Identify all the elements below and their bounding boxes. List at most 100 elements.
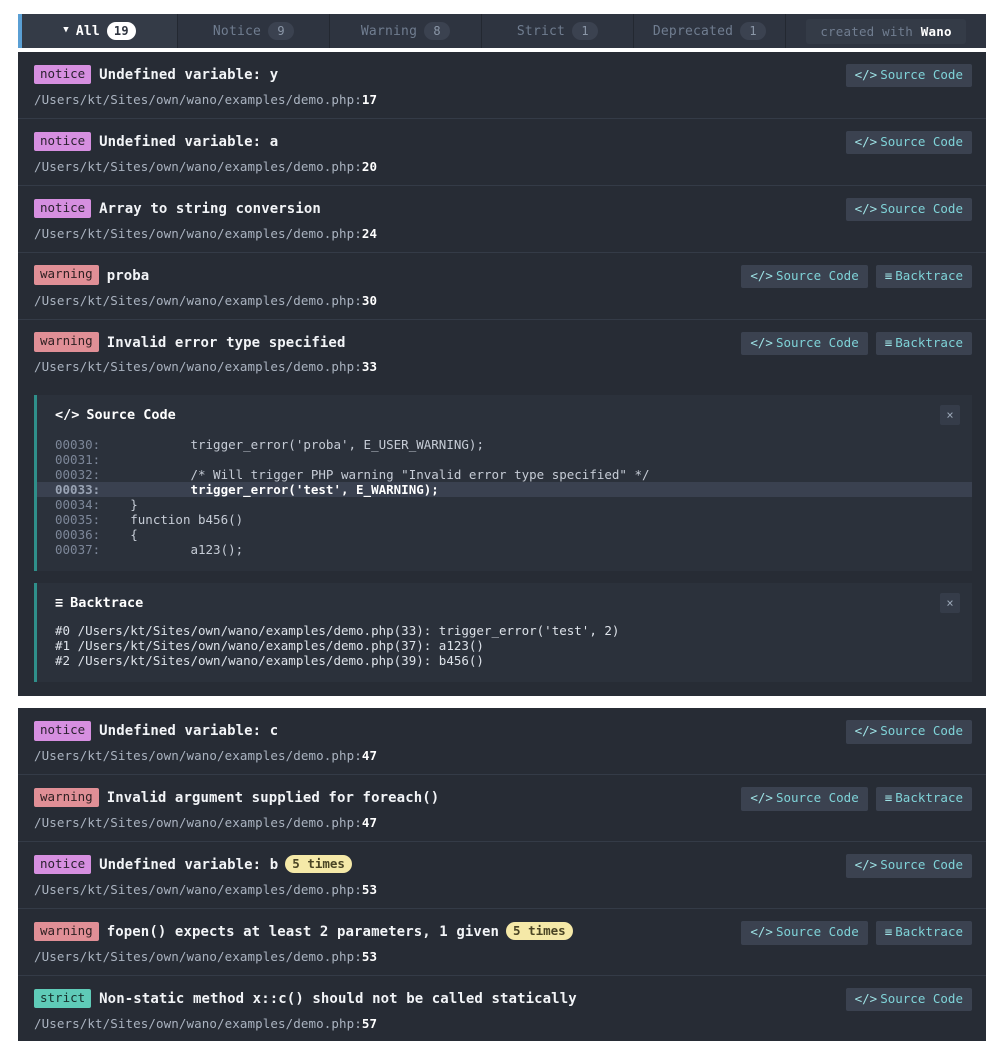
entry-main: strict Non-static method x::c() should no… (34, 988, 972, 1009)
error-message: fopen() expects at least 2 parameters, 1… (106, 924, 500, 941)
message-wrap: Invalid error type specified (107, 332, 732, 353)
error-entry[interactable]: notice Undefined variable: b 5 times/Users… (18, 841, 986, 909)
error-list-lower: notice Undefined variable: c/Users/kt/Sit… (18, 708, 986, 1041)
source-code-button[interactable]: </> Source Code (845, 720, 972, 744)
source-code-label: Source Code (775, 924, 859, 940)
code-line: 00036: { (37, 527, 972, 542)
error-entry[interactable]: warning proba/Users/kt/Sites/own/wano/exa… (18, 251, 986, 319)
backtrace-button[interactable]: ≡ Backtrace (875, 921, 972, 945)
entry-actions: </> Source Code ≡ Backtrace (741, 787, 972, 811)
error-entry[interactable]: notice Undefined variable: y/Users/kt/Sit… (18, 52, 986, 118)
panel-container: </> Source Code × 00030: trigger_error('pro… (18, 385, 986, 697)
level-badge-notice: notice (34, 131, 92, 152)
source-code-button[interactable]: </> Source Code (845, 130, 972, 155)
repeat-count-badge: 5 times (506, 922, 573, 941)
source-code-panel-title: Source Code (86, 407, 176, 424)
error-entry[interactable]: notice Array to string conversion/Users/k… (18, 184, 986, 252)
code-line-text: /* Will trigger PHP warning "Invalid err… (100, 467, 650, 483)
entry-actions: </> Source Code ≡ Backtrace (741, 331, 972, 355)
error-message: Array to string conversion (99, 200, 321, 217)
tab-count-badge: 9 (268, 22, 295, 40)
repeat-count-badge: 5 times (285, 855, 352, 874)
entry-actions: </> Source Code (845, 130, 972, 155)
brand-area: created with Wano (786, 14, 986, 48)
entry-main: notice Array to string conversion (34, 198, 972, 219)
error-entry[interactable]: warning Invalid error type specified/User… (18, 318, 986, 386)
source-code-button[interactable]: </> Source Code (845, 64, 972, 88)
wano-error-console: ▼ All 19 Notice 9 Warning 8 Strict 1 Deprecated 1 c… (0, 0, 1004, 1041)
backtrace-button[interactable]: ≡ Backtrace (875, 264, 972, 289)
error-message: Undefined variable: y (99, 67, 279, 83)
tab-strict[interactable]: Strict 1 (482, 14, 634, 48)
code-icon: </> (854, 857, 878, 873)
source-code-button[interactable]: </> Source Code (741, 331, 868, 355)
error-message: Invalid argument supplied for foreach() (106, 790, 440, 807)
close-icon[interactable]: × (940, 405, 960, 426)
source-code-listing: 00030: trigger_error('proba', E_USER_WAR… (37, 433, 972, 571)
list-icon: ≡ (884, 267, 893, 283)
code-line-number: 00030: (55, 437, 101, 453)
error-entry[interactable]: strict Non-static method x::c() should no… (18, 975, 986, 1041)
error-entry[interactable]: warning Invalid argument supplied for for… (18, 774, 986, 842)
error-message: Undefined variable: a (99, 133, 279, 150)
tab-warning[interactable]: Warning 8 (330, 14, 482, 48)
list-icon: ≡ (884, 924, 893, 940)
code-line-number: 00036: (55, 527, 101, 543)
error-file-path: /Users/kt/Sites/own/wano/examples/demo.p… (34, 815, 972, 830)
file-path-text: /Users/kt/Sites/own/wano/examples/demo.p… (34, 158, 362, 174)
source-code-label: Source Code (775, 334, 859, 350)
source-code-button[interactable]: </> Source Code (741, 264, 868, 289)
source-code-button[interactable]: </> Source Code (845, 197, 972, 222)
tab-notice[interactable]: Notice 9 (178, 14, 330, 48)
message-wrap: Undefined variable: b 5 times (99, 854, 732, 875)
source-code-button[interactable]: </> Source Code (845, 854, 972, 878)
tab-label: Warning (360, 23, 418, 39)
error-file-path: /Users/kt/Sites/own/wano/examples/demo.p… (34, 159, 972, 174)
close-icon[interactable]: × (940, 593, 960, 614)
code-icon: </> (750, 334, 773, 350)
backtrace-button[interactable]: ≡ Backtrace (875, 787, 972, 811)
file-line-number: 47 (361, 815, 378, 831)
source-code-panel-header: </> Source Code (37, 395, 972, 433)
brand-name: Wano (920, 23, 952, 39)
source-code-button[interactable]: </> Source Code (845, 988, 972, 1012)
source-code-label: Source Code (775, 267, 859, 283)
source-code-button[interactable]: </> Source Code (741, 787, 868, 811)
error-list: notice Undefined variable: y/Users/kt/Sit… (18, 52, 986, 697)
backtrace-button[interactable]: ≡ Backtrace (875, 331, 972, 355)
entry-main: notice Undefined variable: y (34, 64, 972, 85)
tab-all[interactable]: ▼ All 19 (22, 14, 178, 48)
error-entry[interactable]: notice Undefined variable: a/Users/kt/Sit… (18, 117, 986, 185)
level-badge-warning: warning (34, 265, 99, 285)
file-path-text: /Users/kt/Sites/own/wano/examples/demo.p… (34, 815, 362, 831)
message-wrap: Non-static method x::c() should not be c… (99, 988, 732, 1009)
file-path-text: /Users/kt/Sites/own/wano/examples/demo.p… (34, 882, 362, 898)
entry-actions: </> Source Code (845, 988, 972, 1012)
backtrace-listing: #0 /Users/kt/Sites/own/wano/examples/dem… (37, 621, 972, 682)
error-entry[interactable]: notice Undefined variable: c/Users/kt/Sit… (18, 708, 986, 775)
level-badge-notice: notice (34, 854, 92, 875)
code-line: 00032: /* Will trigger PHP warning "Inva… (37, 467, 972, 482)
level-badge-notice: notice (34, 198, 92, 218)
error-message: Undefined variable: b (99, 857, 279, 874)
tab-deprecated[interactable]: Deprecated 1 (634, 14, 786, 48)
entry-actions: </> Source Code (845, 854, 972, 878)
error-entry[interactable]: warning fopen() expects at least 2 parame… (18, 908, 986, 976)
code-line-text: { (100, 527, 138, 543)
code-icon: </> (55, 407, 80, 424)
file-path-text: /Users/kt/Sites/own/wano/examples/demo.p… (34, 91, 362, 107)
backtrace-label: Backtrace (895, 790, 963, 806)
code-line-number: 00033: (55, 482, 101, 498)
file-path-text: /Users/kt/Sites/own/wano/examples/demo.p… (34, 359, 362, 375)
error-message: Invalid error type specified (106, 334, 346, 351)
message-wrap: fopen() expects at least 2 parameters, 1… (107, 921, 732, 942)
entry-actions: </> Source Code (845, 197, 972, 222)
code-line: 00034: } (37, 497, 972, 512)
file-path-text: /Users/kt/Sites/own/wano/examples/demo.p… (34, 949, 362, 965)
message-wrap: Invalid argument supplied for foreach() (107, 787, 732, 808)
source-code-button[interactable]: </> Source Code (741, 921, 868, 945)
source-code-label: Source Code (880, 67, 963, 82)
backtrace-line: #1 /Users/kt/Sites/own/wano/examples/dem… (55, 638, 484, 654)
list-icon: ≡ (884, 790, 893, 806)
file-line-number: 17 (361, 91, 378, 107)
